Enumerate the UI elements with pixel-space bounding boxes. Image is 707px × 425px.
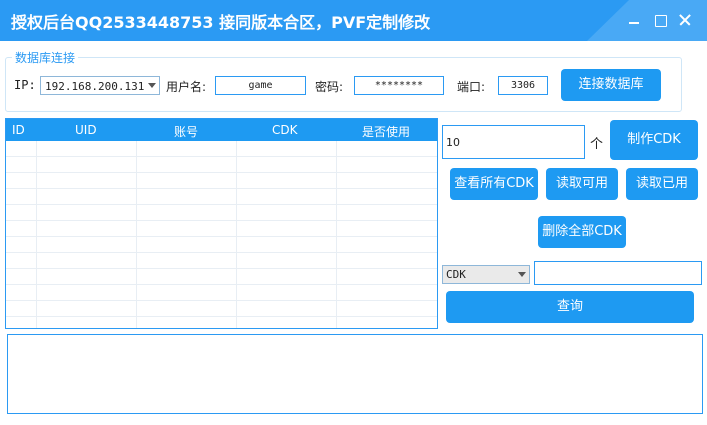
column-header-id[interactable]: ID <box>12 123 25 137</box>
log-textarea[interactable] <box>7 334 703 414</box>
column-header-account[interactable]: 账号 <box>174 123 198 140</box>
username-field[interactable]: game <box>215 76 306 95</box>
table-header: ID UID 账号 CDK 是否使用 <box>6 119 437 141</box>
close-icon[interactable] <box>677 12 693 28</box>
cdk-count-value: 10 <box>446 136 460 149</box>
query-field-select[interactable]: CDK <box>442 265 530 284</box>
view-all-cdk-button[interactable]: 查看所有CDK <box>450 168 538 200</box>
connect-db-button[interactable]: 连接数据库 <box>561 69 661 101</box>
cdk-count-input[interactable]: 10 <box>442 125 585 159</box>
password-label: 密码: <box>315 80 344 94</box>
chevron-down-icon[interactable] <box>145 77 159 94</box>
ip-label: IP: <box>14 78 36 92</box>
port-field[interactable]: 3306 <box>498 76 548 95</box>
title-bar: 授权后台QQ2533448753 接同版本合区，PVF定制修改 <box>0 0 707 41</box>
read-used-button[interactable]: 读取已用 <box>626 168 698 200</box>
port-label: 端口: <box>457 80 486 94</box>
query-field-value: CDK <box>446 268 466 281</box>
column-header-uid[interactable]: UID <box>75 123 97 137</box>
maximize-icon[interactable] <box>652 12 668 28</box>
cdk-table[interactable]: ID UID 账号 CDK 是否使用 <box>5 118 438 329</box>
db-connect-group-label: 数据库连接 <box>12 49 79 66</box>
password-field[interactable]: ******** <box>354 76 444 95</box>
make-cdk-button[interactable]: 制作CDK <box>610 120 698 160</box>
column-header-used[interactable]: 是否使用 <box>362 123 410 140</box>
ip-select[interactable]: 192.168.200.131 <box>40 76 160 95</box>
column-header-cdk[interactable]: CDK <box>272 123 298 137</box>
cdk-count-unit: 个 <box>590 137 604 152</box>
window-title: 授权后台QQ2533448753 接同版本合区，PVF定制修改 <box>11 13 431 32</box>
read-available-button[interactable]: 读取可用 <box>546 168 618 200</box>
delete-all-cdk-button[interactable]: 删除全部CDK <box>538 216 626 248</box>
table-body[interactable] <box>6 141 437 328</box>
query-button[interactable]: 查询 <box>446 291 694 323</box>
chevron-down-icon[interactable] <box>515 266 529 283</box>
username-label: 用户名: <box>166 80 207 94</box>
query-input[interactable] <box>534 261 702 285</box>
ip-value: 192.168.200.131 <box>45 80 145 93</box>
minimize-icon[interactable] <box>626 12 642 28</box>
